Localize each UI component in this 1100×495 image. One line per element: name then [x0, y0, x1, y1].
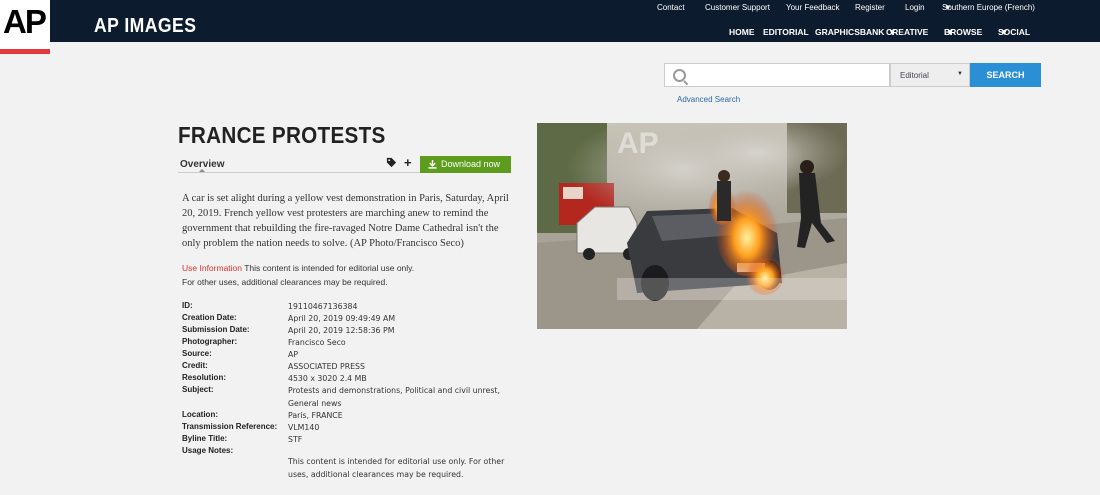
- nav-editorial[interactable]: EDITORIAL: [763, 27, 809, 37]
- meta-key: Source:: [182, 349, 212, 358]
- nav-graphicsbank[interactable]: GRAPHICSBANK: [815, 27, 884, 37]
- meta-value: STF: [288, 435, 303, 444]
- main-nav: HOME EDITORIAL GRAPHICSBANK CREATIVE ▼ BR…: [0, 27, 1100, 39]
- search-button[interactable]: SEARCH: [970, 63, 1041, 87]
- meta-value: Protests and demonstrations, Political a…: [288, 386, 500, 408]
- register-link[interactable]: Register: [855, 3, 885, 12]
- search-icon: [673, 69, 686, 82]
- meta-key: Creation Date:: [182, 313, 237, 322]
- use-info-label: Use Information: [182, 263, 242, 273]
- login-link[interactable]: Login: [905, 3, 925, 12]
- meta-value: This content is intended for editorial u…: [288, 457, 505, 479]
- logo-text: AP: [3, 3, 47, 40]
- news-photo[interactable]: AP: [537, 123, 847, 329]
- meta-value: AP: [288, 350, 299, 359]
- add-to-lightbox-icon[interactable]: +: [404, 155, 412, 170]
- top-header: Contact Customer Support Your Feedback R…: [0, 0, 1100, 42]
- advanced-search-link[interactable]: Advanced Search: [677, 95, 740, 104]
- photo-caption: A car is set alight during a yellow vest…: [182, 193, 509, 249]
- use-info-text-2: For other uses, additional clearances ma…: [182, 277, 388, 287]
- meta-value: 4530 x 3020 2.4 MB: [288, 374, 367, 383]
- chevron-down-icon: ▼: [946, 27, 955, 37]
- watermark-ap: AP: [617, 127, 659, 160]
- ap-logo[interactable]: AP: [0, 0, 50, 54]
- search-filter-value: Editorial: [900, 71, 929, 80]
- meta-key: Credit:: [182, 361, 208, 370]
- chevron-down-icon: ▼: [888, 27, 897, 37]
- use-information: Use Information This content is intended…: [182, 261, 522, 289]
- search-box: [664, 63, 890, 87]
- meta-value: April 20, 2019 09:49:49 AM: [288, 314, 396, 323]
- logo-red-bar: [0, 49, 50, 54]
- meta-value: VLM140: [288, 423, 320, 432]
- search-filter-select[interactable]: Editorial ▼: [890, 63, 970, 87]
- meta-value: April 20, 2019 12:58:36 PM: [288, 326, 395, 335]
- utility-nav: Contact Customer Support Your Feedback R…: [0, 3, 1100, 15]
- your-feedback-link[interactable]: Your Feedback: [786, 3, 840, 12]
- chevron-down-icon: ▼: [957, 71, 963, 77]
- use-info-line-1: Use Information This content is intended…: [182, 261, 522, 275]
- tag-icon[interactable]: [386, 157, 397, 168]
- meta-key: Usage Notes:: [182, 446, 234, 455]
- meta-key: Location:: [182, 410, 218, 419]
- page-title: FRANCE PROTESTS: [178, 122, 386, 148]
- search-input[interactable]: [691, 67, 885, 85]
- region-label: Southern Europe (French): [942, 3, 1035, 12]
- contact-link[interactable]: Contact: [657, 3, 685, 12]
- meta-key: Submission Date:: [182, 325, 250, 334]
- chevron-down-icon: ▼: [1000, 27, 1009, 37]
- meta-key: Resolution:: [182, 373, 226, 382]
- meta-value: 19110467136384: [288, 302, 358, 311]
- chevron-down-icon: ▼: [944, 3, 952, 12]
- meta-value: ASSOCIATED PRESS: [288, 362, 365, 371]
- customer-support-link[interactable]: Customer Support: [705, 3, 770, 12]
- download-button[interactable]: Download now: [420, 156, 511, 173]
- meta-value: Francisco Seco: [288, 338, 346, 347]
- nav-home[interactable]: HOME: [729, 27, 755, 37]
- meta-key: Byline Title:: [182, 434, 228, 443]
- meta-key: Photographer:: [182, 337, 238, 346]
- meta-key: ID:: [182, 301, 193, 310]
- meta-key: Transmission Reference:: [182, 422, 278, 431]
- download-label: Download now: [441, 159, 501, 169]
- use-info-text-1: This content is intended for editorial u…: [244, 263, 415, 273]
- download-icon: [428, 160, 437, 169]
- meta-value: Paris, FRANCE: [288, 411, 343, 420]
- meta-key: Subject:: [182, 385, 214, 394]
